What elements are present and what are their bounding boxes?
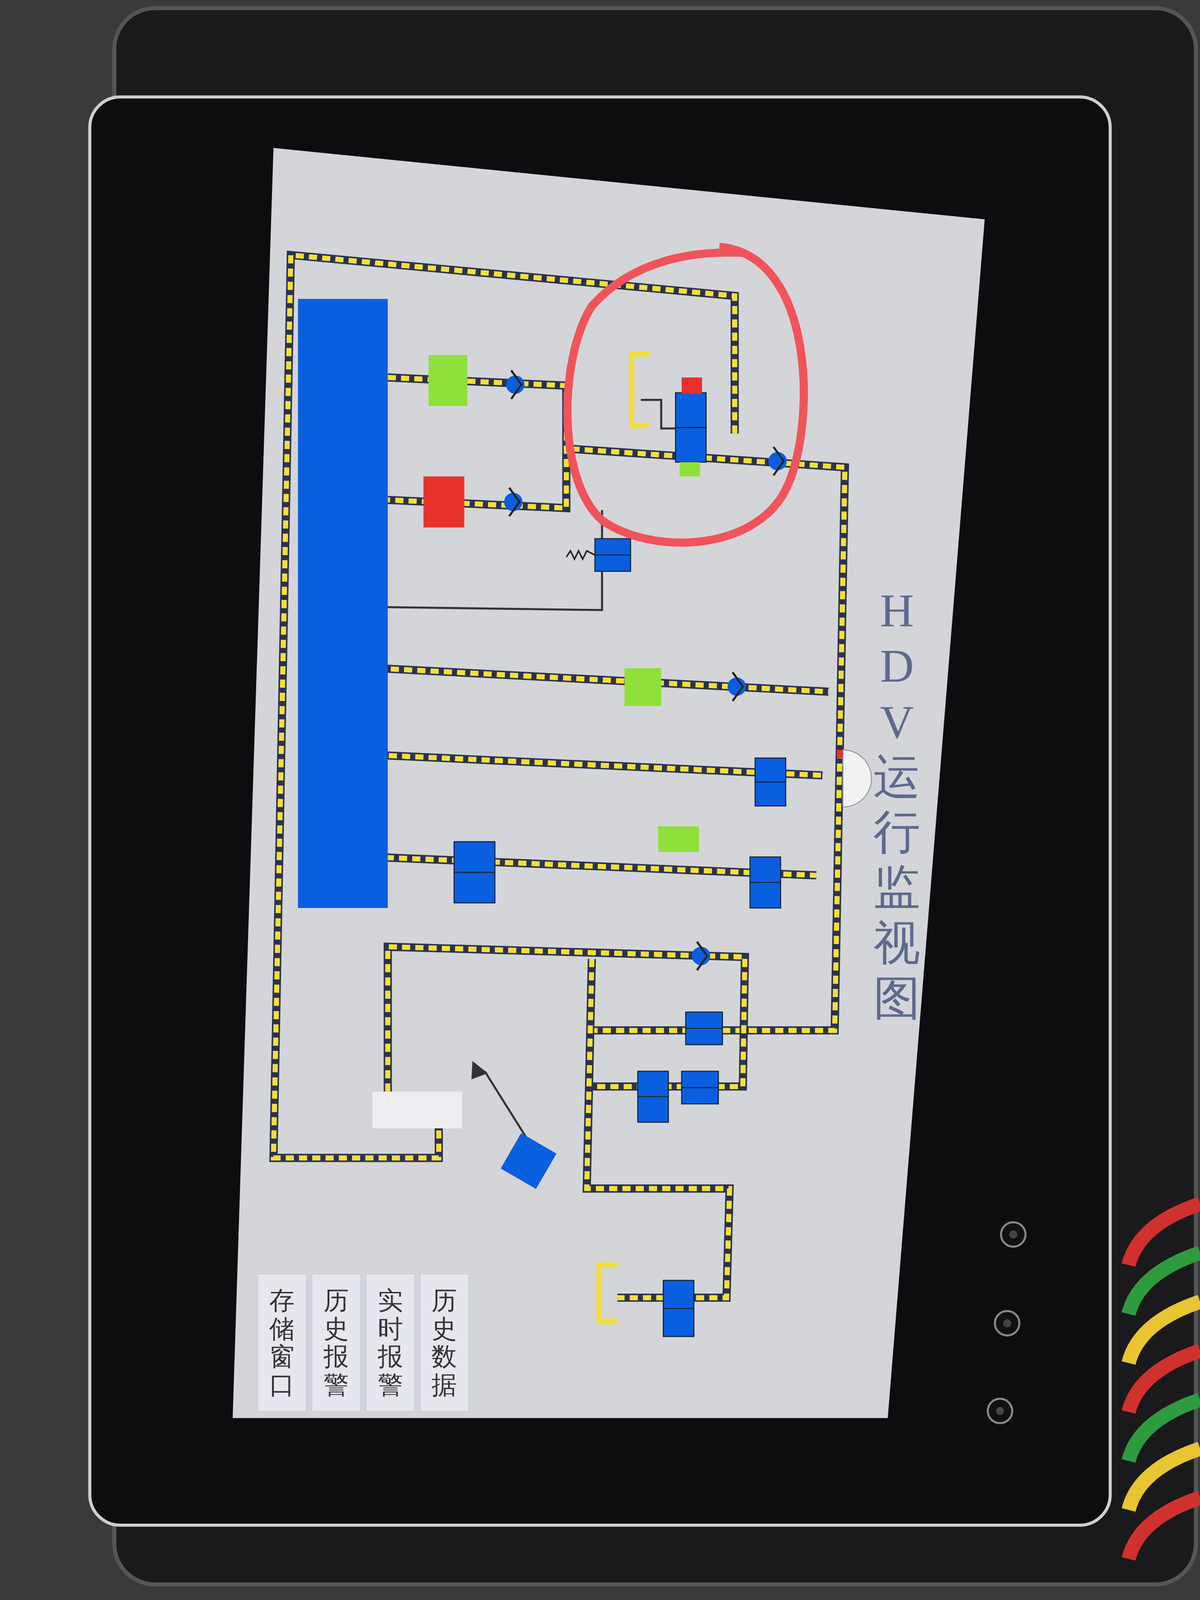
status-indicator [624, 668, 661, 707]
nav-button[interactable]: 实时报警 [365, 1273, 416, 1413]
status-indicator [658, 826, 699, 852]
nav-button[interactable]: 历史报警 [311, 1273, 362, 1413]
button-label: 存储窗口 [269, 1286, 295, 1399]
nav-button[interactable]: 历史数据 [419, 1273, 470, 1413]
status-indicator [428, 355, 468, 407]
screen-title: HDV运行监视图 [873, 583, 921, 1027]
button-bar: 历史数据 实时报警 历史报警 存储窗口 [257, 1273, 470, 1413]
button-label: 历史数据 [431, 1286, 457, 1399]
button-label: 历史报警 [323, 1286, 349, 1399]
button-label: 实时报警 [377, 1286, 404, 1399]
hmi-photo: HDV运行监视图历史数据 实时报警 历史报警 存储窗口 [0, 0, 1200, 1600]
status-indicator [423, 476, 465, 528]
nav-button[interactable]: 存储窗口 [257, 1273, 308, 1413]
